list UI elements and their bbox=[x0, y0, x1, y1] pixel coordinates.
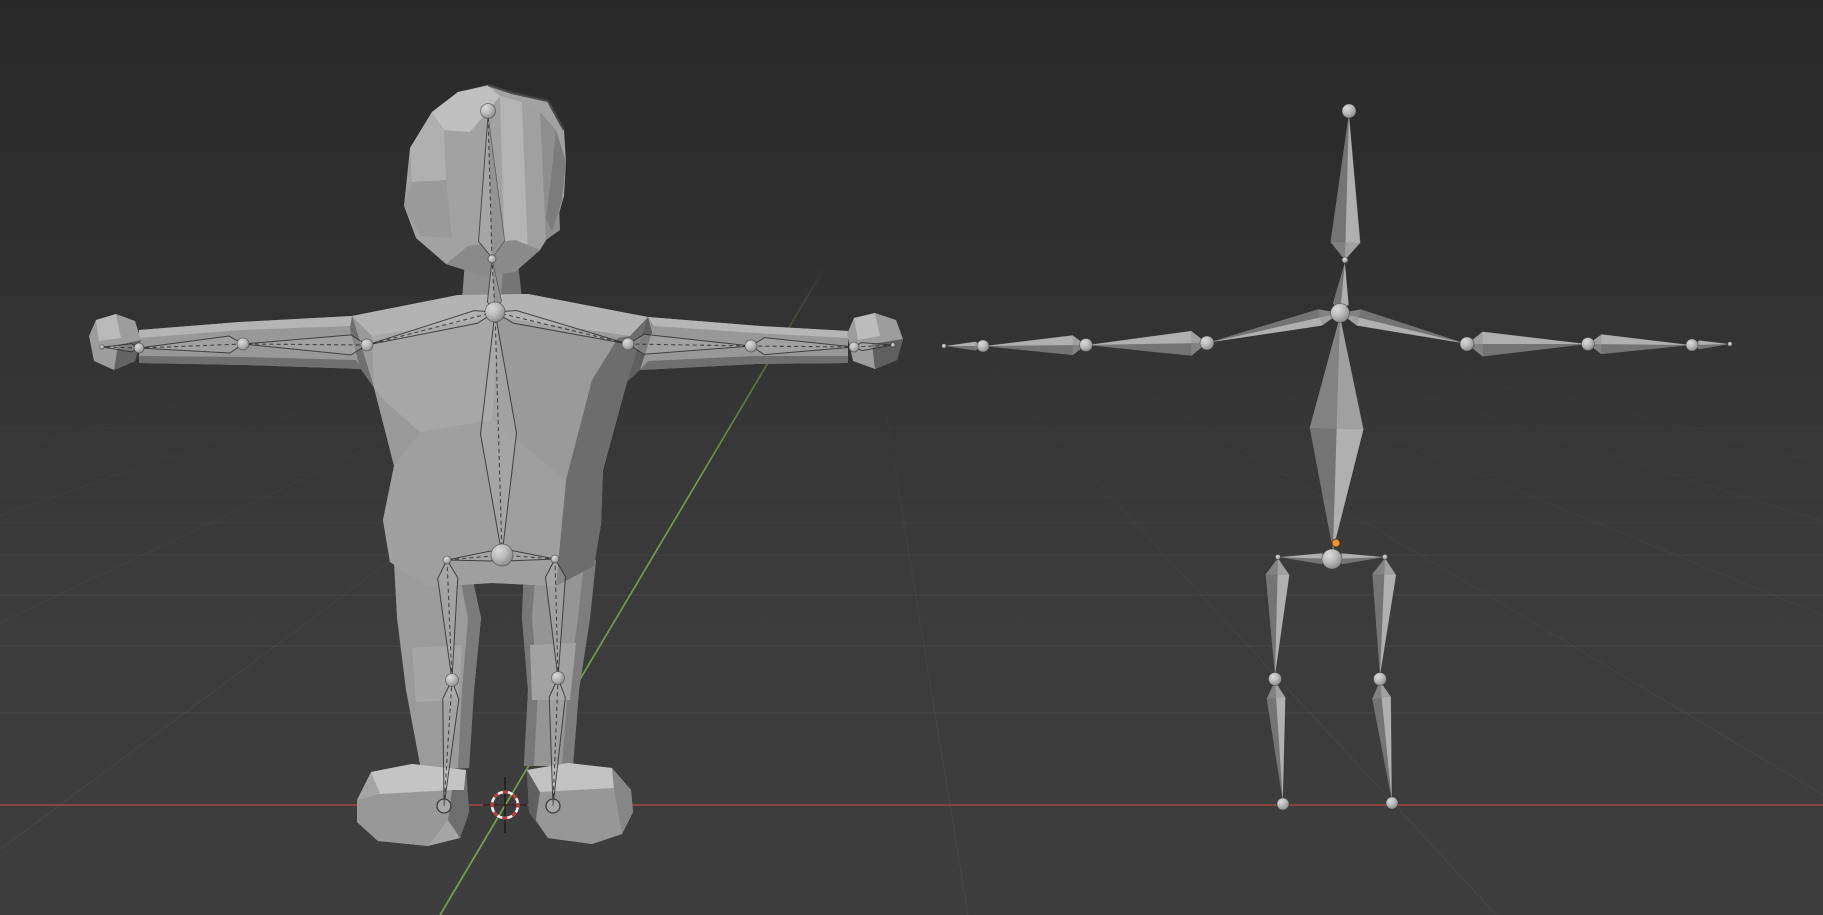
bone-joint-sphere[interactable] bbox=[1382, 554, 1387, 559]
bone-joint-sphere[interactable] bbox=[485, 302, 505, 322]
bone-joint-sphere[interactable] bbox=[622, 338, 634, 350]
bone-joint-sphere[interactable] bbox=[977, 340, 989, 352]
bone-joint-sphere[interactable] bbox=[1322, 549, 1342, 569]
bone-joint-sphere[interactable] bbox=[849, 342, 859, 352]
bone-joint-sphere[interactable] bbox=[745, 340, 757, 352]
bone-joint-sphere[interactable] bbox=[1342, 257, 1348, 263]
bone-joint-sphere[interactable] bbox=[1374, 673, 1387, 686]
mesh-foot-right-front[interactable] bbox=[536, 788, 622, 844]
bone-joint-sphere[interactable] bbox=[891, 343, 895, 347]
bone-joint-sphere[interactable] bbox=[1460, 337, 1474, 351]
viewport-canvas[interactable] bbox=[0, 0, 1823, 915]
bone-joint-sphere[interactable] bbox=[1269, 673, 1282, 686]
bone-joint-sphere[interactable] bbox=[1342, 104, 1356, 118]
bone-joint-sphere[interactable] bbox=[488, 255, 496, 263]
bone-joint-sphere[interactable] bbox=[100, 345, 104, 349]
object-origin-dot[interactable] bbox=[1332, 539, 1340, 547]
bone-joint-sphere-outline[interactable] bbox=[546, 799, 560, 813]
bone-joint-sphere[interactable] bbox=[1386, 797, 1398, 809]
bone-joint-sphere[interactable] bbox=[237, 338, 249, 350]
bone-joint-sphere[interactable] bbox=[1080, 339, 1093, 352]
bone-joint-sphere[interactable] bbox=[1686, 339, 1698, 351]
bone-joint-sphere-outline[interactable] bbox=[437, 799, 451, 813]
blender-3d-viewport[interactable] bbox=[0, 0, 1823, 915]
bone-joint-sphere[interactable] bbox=[942, 344, 947, 349]
bone-joint-sphere[interactable] bbox=[1275, 554, 1280, 559]
bone-joint-sphere[interactable] bbox=[446, 674, 459, 687]
bone-joint-sphere[interactable] bbox=[361, 339, 373, 351]
bone-joint-sphere[interactable] bbox=[551, 555, 559, 563]
bone-joint-sphere[interactable] bbox=[134, 343, 144, 353]
bone-joint-sphere[interactable] bbox=[1200, 336, 1214, 350]
bone-joint-sphere[interactable] bbox=[1728, 342, 1733, 347]
bone-joint-sphere[interactable] bbox=[552, 672, 565, 685]
bone-joint-sphere[interactable] bbox=[1331, 304, 1350, 323]
bone-joint-sphere[interactable] bbox=[443, 556, 451, 564]
bone-joint-sphere[interactable] bbox=[481, 104, 496, 119]
bone-joint-sphere[interactable] bbox=[491, 544, 513, 566]
bone-joint-sphere[interactable] bbox=[1582, 338, 1595, 351]
bone-joint-sphere[interactable] bbox=[1277, 798, 1289, 810]
